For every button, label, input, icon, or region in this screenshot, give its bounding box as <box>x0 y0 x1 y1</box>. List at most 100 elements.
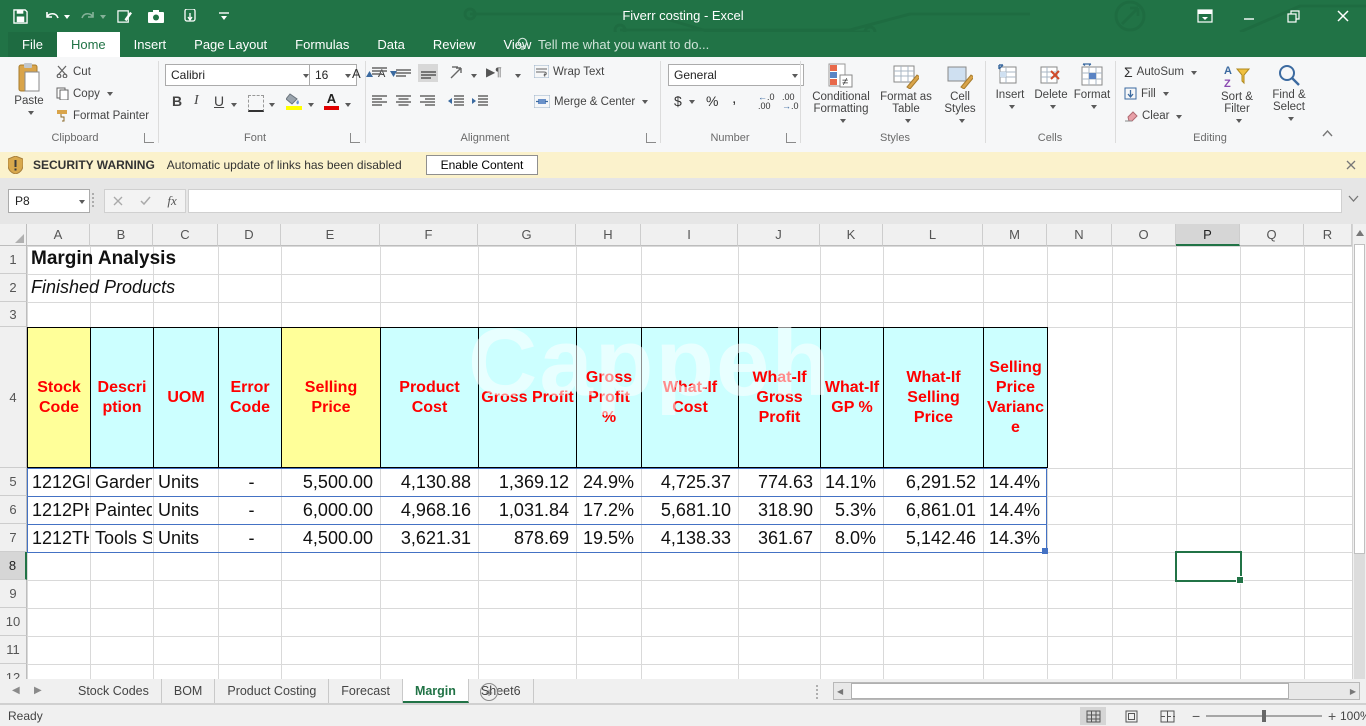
selected-cell[interactable] <box>1175 551 1242 582</box>
data-cell-r6c6[interactable]: 1,031.84 <box>479 497 575 524</box>
data-cell-r5c8[interactable]: 4,725.37 <box>642 469 737 496</box>
sheet-tab-stock-codes[interactable]: Stock Codes <box>66 679 162 703</box>
align-middle-button[interactable] <box>396 67 411 79</box>
data-cell-r7c12[interactable]: 14.3% <box>984 525 1046 552</box>
increase-decimal-button[interactable]: ←.0.00 <box>758 93 775 111</box>
font-dialog-launcher[interactable] <box>350 133 360 143</box>
column-header-N[interactable]: N <box>1047 224 1112 246</box>
row-header-9[interactable]: 9 <box>0 580 27 608</box>
data-cell-r5c4[interactable]: 5,500.00 <box>282 469 379 496</box>
data-cell-r6c5[interactable]: 4,968.16 <box>381 497 477 524</box>
sheet-nav-left-icon[interactable]: ◀ <box>12 685 20 696</box>
column-header-D[interactable]: D <box>218 224 281 246</box>
range-corner-handle[interactable] <box>1042 548 1048 554</box>
font-size-combo[interactable]: 16 <box>309 64 357 86</box>
tab-scroll-grip[interactable] <box>816 685 818 699</box>
data-cell-r6c1[interactable]: Painted <box>91 497 152 524</box>
row-header-1[interactable]: 1 <box>0 246 27 274</box>
menu-tab-file[interactable]: File <box>8 32 57 57</box>
table-header-what-if-cost[interactable]: What-If Cost <box>641 327 739 468</box>
column-header-C[interactable]: C <box>153 224 218 246</box>
data-cell-r6c7[interactable]: 17.2% <box>577 497 640 524</box>
format-cells-button[interactable]: Format <box>1072 63 1112 110</box>
table-header-selling-price-variance[interactable]: Selling Price Variance <box>983 327 1048 468</box>
sort-filter-button[interactable]: AZ Sort & Filter <box>1212 63 1262 124</box>
align-bottom-button[interactable] <box>418 64 438 82</box>
alignment-dialog-launcher[interactable] <box>646 133 656 143</box>
table-header-selling-price[interactable]: Selling Price <box>281 327 381 468</box>
menu-tab-insert[interactable]: Insert <box>120 32 181 57</box>
autosum-button[interactable]: Σ AutoSum <box>1124 64 1197 80</box>
sheet-nav-right-icon[interactable]: ▶ <box>34 685 42 696</box>
zoom-slider-handle[interactable] <box>1262 710 1266 722</box>
underline-button[interactable]: U <box>214 93 224 109</box>
column-header-A[interactable]: A <box>27 224 90 246</box>
table-header-description[interactable]: Description <box>90 327 154 468</box>
cell-a2-subtitle[interactable]: Finished Products <box>31 277 175 298</box>
enable-content-button[interactable]: Enable Content <box>426 155 539 175</box>
new-sheet-button[interactable]: + <box>480 683 498 701</box>
table-header-gross-profit-[interactable]: Gross Profit % <box>576 327 642 468</box>
data-cell-r5c2[interactable]: Units <box>154 469 217 496</box>
data-cell-r6c4[interactable]: 6,000.00 <box>282 497 379 524</box>
table-header-stock-code[interactable]: Stock Code <box>27 327 91 468</box>
data-cell-r5c10[interactable]: 14.1% <box>821 469 882 496</box>
number-format-combo[interactable]: General <box>668 64 804 86</box>
borders-dropdown-icon[interactable] <box>266 99 275 111</box>
fill-color-dropdown-icon[interactable] <box>305 99 314 111</box>
security-bar-close-icon[interactable] <box>1346 160 1356 170</box>
data-cell-r6c11[interactable]: 6,861.01 <box>884 497 982 524</box>
column-header-K[interactable]: K <box>820 224 883 246</box>
sheet-tab-product-costing[interactable]: Product Costing <box>215 679 329 703</box>
font-color-dropdown-icon[interactable] <box>342 99 351 111</box>
column-header-P[interactable]: P <box>1176 224 1240 246</box>
vscroll-thumb[interactable] <box>1354 244 1365 554</box>
orientation-button[interactable] <box>450 65 465 79</box>
underline-dropdown-icon[interactable] <box>228 99 237 111</box>
data-cell-r5c9[interactable]: 774.63 <box>739 469 819 496</box>
clear-button[interactable]: Clear <box>1124 110 1182 122</box>
italic-button[interactable]: I <box>194 93 199 109</box>
copy-button[interactable]: Copy <box>56 87 113 100</box>
row-header-5[interactable]: 5 <box>0 468 27 496</box>
menu-tab-page-layout[interactable]: Page Layout <box>180 32 281 57</box>
row-header-10[interactable]: 10 <box>0 608 27 636</box>
data-cell-r7c8[interactable]: 4,138.33 <box>642 525 737 552</box>
sheet-tab-bom[interactable]: BOM <box>162 679 215 703</box>
find-select-button[interactable]: Find & Select <box>1266 63 1312 122</box>
column-header-F[interactable]: F <box>380 224 478 246</box>
menu-tab-data[interactable]: Data <box>363 32 418 57</box>
zoom-level[interactable]: 100% <box>1340 709 1366 723</box>
column-header-M[interactable]: M <box>983 224 1047 246</box>
insert-function-icon[interactable]: fx <box>167 193 176 209</box>
decrease-indent-button[interactable] <box>448 95 464 107</box>
delete-cells-button[interactable]: Delete <box>1032 63 1070 110</box>
row-header-6[interactable]: 6 <box>0 496 27 524</box>
table-header-error-code[interactable]: Error Code <box>218 327 282 468</box>
increase-indent-button[interactable] <box>472 95 488 107</box>
table-header-uom[interactable]: UOM <box>153 327 219 468</box>
cancel-formula-icon[interactable] <box>113 196 123 206</box>
conditional-formatting-button[interactable]: ≠ Conditional Formatting <box>810 63 872 124</box>
number-dialog-launcher[interactable] <box>786 133 796 143</box>
accounting-format-button[interactable]: $ <box>674 93 695 109</box>
bold-button[interactable]: B <box>172 93 182 109</box>
hscroll-left-icon[interactable]: ◀ <box>837 687 843 696</box>
clipboard-dialog-launcher[interactable] <box>144 133 154 143</box>
align-center-button[interactable] <box>396 95 411 107</box>
data-cell-r7c9[interactable]: 361.67 <box>739 525 819 552</box>
column-header-I[interactable]: I <box>641 224 738 246</box>
hscroll-thumb[interactable] <box>851 683 1289 699</box>
sheet-tab-margin[interactable]: Margin <box>403 679 469 703</box>
borders-button[interactable] <box>248 95 264 112</box>
column-header-E[interactable]: E <box>281 224 380 246</box>
sheet-tab-sheet6[interactable]: Sheet6 <box>469 679 534 703</box>
column-header-J[interactable]: J <box>738 224 820 246</box>
ribbon-display-options-icon[interactable] <box>1190 4 1220 28</box>
sheet-tab-forecast[interactable]: Forecast <box>329 679 403 703</box>
text-direction-dropdown-icon[interactable] <box>512 70 521 82</box>
data-cell-r5c0[interactable]: 1212GI <box>28 469 89 496</box>
fill-color-button[interactable] <box>286 93 302 110</box>
menu-tab-formulas[interactable]: Formulas <box>281 32 363 57</box>
font-color-button[interactable]: A <box>324 91 339 110</box>
